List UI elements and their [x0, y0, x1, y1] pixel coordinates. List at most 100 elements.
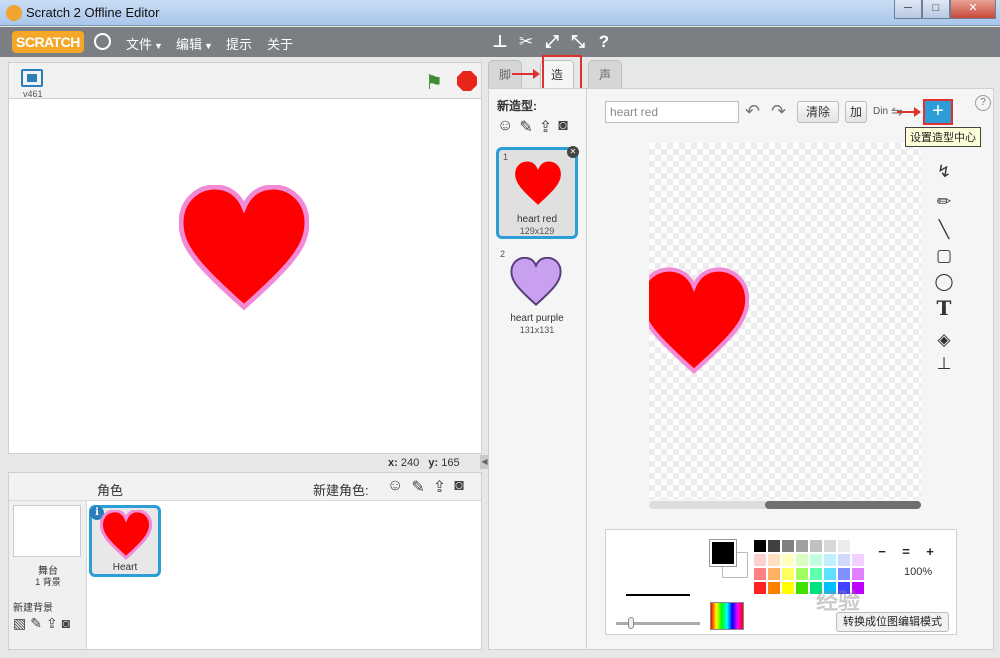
zoom-reset-icon[interactable]: =	[896, 542, 916, 562]
palette-swatch[interactable]	[768, 554, 780, 566]
reshape-tool-icon[interactable]: ↯	[931, 161, 957, 183]
ellipse-tool-icon[interactable]: ◯	[931, 271, 957, 293]
palette-swatch[interactable]	[824, 540, 836, 552]
paint-backdrop-icon[interactable]: ✎	[30, 615, 42, 632]
zoom-level: 100%	[904, 566, 933, 578]
zoom-out-icon[interactable]: −	[872, 542, 892, 562]
palette-swatch[interactable]	[796, 568, 808, 580]
scrollbar-thumb[interactable]	[765, 501, 921, 509]
choose-sprite-from-library-icon[interactable]: ☺	[387, 477, 403, 497]
delete-scissors-icon[interactable]: ✂	[516, 32, 536, 52]
clear-button[interactable]: 清除	[797, 101, 840, 123]
fill-bucket-icon[interactable]: ◈	[931, 329, 957, 351]
palette-swatch[interactable]	[782, 554, 794, 566]
slider-knob[interactable]	[628, 617, 634, 629]
redo-icon[interactable]: ↷	[771, 101, 786, 122]
stamp-tool-icon[interactable]: ⊥	[931, 353, 957, 375]
scratch-logo[interactable]: SCRATCH	[12, 31, 84, 53]
import-label: Din	[873, 106, 889, 117]
line-width-slider[interactable]	[616, 617, 700, 629]
paint-costume-icon[interactable]: ✎	[519, 117, 532, 137]
language-globe-icon[interactable]	[94, 33, 111, 50]
palette-swatch[interactable]	[852, 540, 864, 552]
palette-swatch[interactable]	[852, 554, 864, 566]
paint-new-sprite-icon[interactable]: ✎	[411, 477, 424, 497]
presentation-mode-icon[interactable]	[21, 69, 43, 87]
menu-about[interactable]: 关于	[267, 34, 293, 53]
add-button[interactable]: 加	[845, 101, 868, 123]
camera-costume-icon[interactable]: ◙	[558, 117, 568, 137]
rectangle-tool-icon[interactable]: ▢	[931, 245, 957, 267]
costume-item-heart-purple[interactable]: 2 heart purple 131x131	[496, 247, 578, 339]
sprite-heart-thumbnail	[100, 510, 152, 560]
palette-swatch[interactable]	[810, 568, 822, 580]
canvas-horizontal-scrollbar[interactable]	[649, 501, 921, 509]
primary-color-swatch[interactable]	[709, 539, 737, 567]
zoom-in-icon[interactable]: +	[920, 542, 940, 562]
palette-swatch[interactable]	[852, 568, 864, 580]
palette-swatch[interactable]	[810, 540, 822, 552]
palette-swatch[interactable]	[796, 554, 808, 566]
upload-costume-icon[interactable]: ⇪	[539, 117, 552, 137]
palette-swatch[interactable]	[796, 582, 808, 594]
stage-canvas[interactable]	[8, 98, 482, 454]
costume-library-icon[interactable]: ☺	[497, 117, 513, 137]
color-spectrum-picker[interactable]	[710, 602, 744, 630]
help-icon[interactable]: ?	[975, 95, 991, 111]
green-flag-icon[interactable]: ⚑	[425, 70, 443, 95]
palette-swatch[interactable]	[824, 568, 836, 580]
costume-name: heart red	[516, 214, 558, 225]
grow-icon[interactable]: ⤢	[542, 32, 562, 52]
pencil-tool-icon[interactable]: ✏	[931, 191, 957, 213]
set-costume-center-button[interactable]: +	[923, 99, 953, 125]
palette-swatch[interactable]	[782, 540, 794, 552]
new-sprite-tools: ☺ ✎ ⇪ ◙	[387, 477, 464, 497]
duplicate-stamp-icon[interactable]: ⊥	[490, 32, 510, 52]
palette-swatch[interactable]	[810, 554, 822, 566]
mouse-coordinates: x: 240 y: 165	[388, 457, 460, 469]
palette-swatch[interactable]	[782, 568, 794, 580]
minimize-button[interactable]: ─	[894, 0, 922, 19]
sprite-tile-heart[interactable]: i Heart	[89, 505, 161, 577]
palette-swatch[interactable]	[768, 540, 780, 552]
upload-sprite-icon[interactable]: ⇪	[433, 477, 446, 497]
maximize-button[interactable]: □	[922, 0, 950, 19]
backdrop-library-icon[interactable]: ▧	[13, 615, 26, 632]
menu-edit[interactable]: 编辑 ▼	[176, 34, 213, 53]
stage-thumbnail[interactable]	[13, 505, 81, 557]
paint-canvas[interactable]	[649, 143, 921, 499]
canvas-heart-drawing[interactable]	[649, 267, 749, 377]
palette-swatch[interactable]	[838, 568, 850, 580]
text-tool-icon[interactable]: T	[931, 297, 957, 319]
stop-sign-icon[interactable]	[457, 71, 477, 91]
palette-swatch[interactable]	[824, 554, 836, 566]
tab-sounds[interactable]: 声音	[588, 60, 623, 110]
convert-to-bitmap-button[interactable]: 转换成位图编辑模式	[836, 612, 949, 632]
palette-swatch[interactable]	[838, 540, 850, 552]
line-width-preview	[626, 594, 690, 596]
menu-file[interactable]: 文件 ▼	[126, 34, 163, 53]
camera-backdrop-icon[interactable]: ◙	[62, 615, 70, 632]
line-tool-icon[interactable]: ╲	[931, 219, 957, 241]
palette-swatch[interactable]	[782, 582, 794, 594]
block-help-icon[interactable]: ?	[594, 32, 614, 52]
palette-swatch[interactable]	[768, 568, 780, 580]
palette-swatch[interactable]	[754, 568, 766, 580]
camera-sprite-icon[interactable]: ◙	[454, 477, 464, 497]
palette-swatch[interactable]	[838, 554, 850, 566]
palette-swatch[interactable]	[754, 582, 766, 594]
window-controls: ─ □ ✕	[894, 0, 996, 19]
costume-item-heart-red[interactable]: 1 ✕ heart red 129x129	[496, 146, 579, 239]
undo-icon[interactable]: ↶	[745, 101, 760, 122]
shrink-icon[interactable]: ⤡	[568, 32, 588, 52]
stage-heart-sprite[interactable]	[179, 185, 309, 313]
upload-backdrop-icon[interactable]: ⇪	[46, 615, 58, 632]
palette-swatch[interactable]	[796, 540, 808, 552]
palette-swatch[interactable]	[754, 540, 766, 552]
menu-tips[interactable]: 提示	[226, 34, 252, 53]
close-window-button[interactable]: ✕	[950, 0, 996, 19]
palette-swatch[interactable]	[768, 582, 780, 594]
delete-costume-icon[interactable]: ✕	[567, 146, 579, 158]
palette-swatch[interactable]	[754, 554, 766, 566]
costume-name-input[interactable]	[605, 101, 739, 123]
